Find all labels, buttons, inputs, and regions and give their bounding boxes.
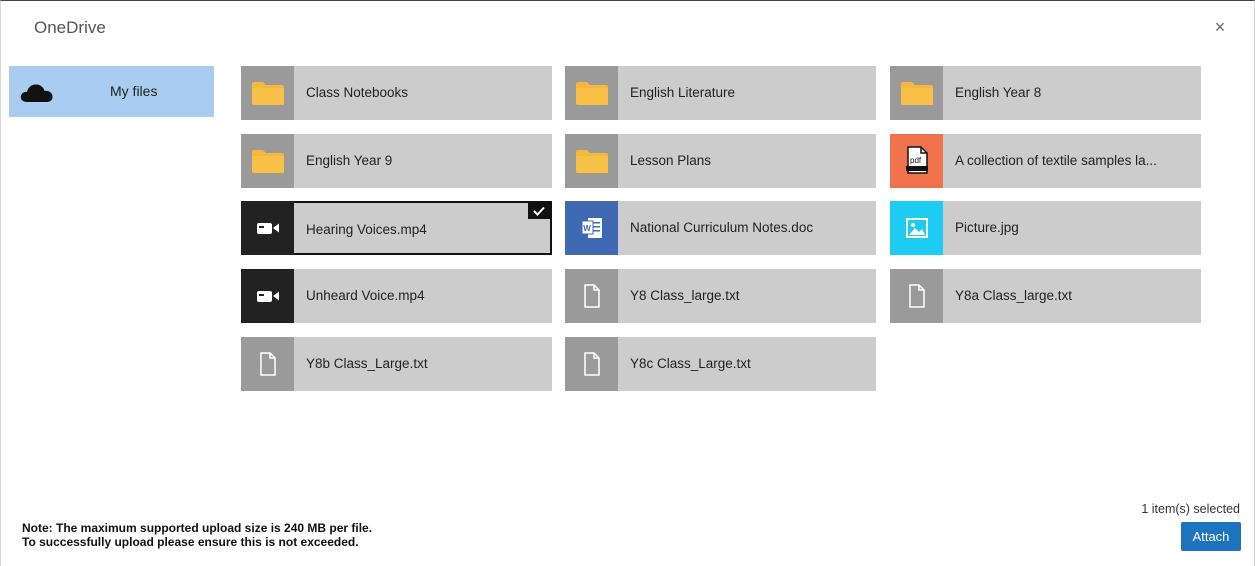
- document-icon: [565, 269, 618, 323]
- attach-button[interactable]: Attach: [1181, 522, 1241, 551]
- file-name: English Year 8: [955, 85, 1042, 100]
- file-name: Y8 Class_large.txt: [630, 288, 740, 303]
- file-tile[interactable]: English Literature: [565, 66, 876, 120]
- selection-status: 1 item(s) selected: [1141, 502, 1240, 516]
- file-name: Y8a Class_large.txt: [955, 288, 1073, 303]
- file-tile[interactable]: Lesson Plans: [565, 134, 876, 188]
- video-icon: [241, 269, 294, 323]
- folder-icon: [241, 66, 294, 120]
- dialog-title: OneDrive: [34, 18, 106, 37]
- file-name: Lesson Plans: [630, 153, 712, 168]
- file-tile[interactable]: Y8a Class_large.txt: [890, 269, 1201, 323]
- file-name: A collection of textile samples la...: [955, 153, 1157, 168]
- folder-icon: [241, 134, 294, 188]
- file-name: Unheard Voice.mp4: [306, 288, 425, 303]
- svg-text:W: W: [583, 224, 591, 233]
- note-line-1: Note: The maximum supported upload size …: [22, 521, 373, 535]
- file-name: Class Notebooks: [306, 85, 409, 100]
- folder-icon: [565, 66, 618, 120]
- file-name: Y8b Class_Large.txt: [306, 356, 428, 371]
- document-icon: [241, 337, 294, 391]
- pdf-icon: pdf: [890, 134, 943, 188]
- svg-text:pdf: pdf: [910, 156, 922, 165]
- file-tile[interactable]: Y8c Class_Large.txt: [565, 337, 876, 391]
- folder-icon: [890, 66, 943, 120]
- file-name: English Year 9: [306, 153, 393, 168]
- sidebar-item-label: My files: [110, 83, 158, 99]
- document-icon: [565, 337, 618, 391]
- onedrive-dialog: OneDrive × My files Class Notebooks Engli…: [0, 0, 1255, 566]
- folder-icon: [565, 134, 618, 188]
- checkmark-icon: [528, 203, 550, 219]
- onedrive-cloud-icon: [20, 84, 53, 102]
- file-name: Hearing Voices.mp4: [306, 222, 427, 237]
- video-icon: [241, 201, 294, 255]
- note-line-2: To successfully upload please ensure thi…: [22, 535, 359, 549]
- upload-size-note: Note: The maximum supported upload size …: [22, 521, 372, 549]
- close-button[interactable]: ×: [1209, 16, 1231, 38]
- file-name: National Curriculum Notes.doc: [630, 220, 814, 235]
- file-tile[interactable]: Y8b Class_Large.txt: [241, 337, 552, 391]
- file-tile[interactable]: Hearing Voices.mp4: [241, 201, 552, 255]
- file-tile[interactable]: W National Curriculum Notes.doc: [565, 201, 876, 255]
- file-name: English Literature: [630, 85, 736, 100]
- word-icon: W: [565, 201, 618, 255]
- image-icon: [890, 201, 943, 255]
- document-icon: [890, 269, 943, 323]
- file-tile[interactable]: English Year 9: [241, 134, 552, 188]
- file-name: Picture.jpg: [955, 220, 1019, 235]
- file-tile[interactable]: Class Notebooks: [241, 66, 552, 120]
- file-tile[interactable]: Unheard Voice.mp4: [241, 269, 552, 323]
- file-tile[interactable]: pdf A collection of textile samples la...: [890, 134, 1201, 188]
- file-tile[interactable]: Picture.jpg: [890, 201, 1201, 255]
- file-name: Y8c Class_Large.txt: [630, 356, 751, 371]
- file-tile[interactable]: Y8 Class_large.txt: [565, 269, 876, 323]
- sidebar-item-my-files[interactable]: My files: [9, 66, 214, 117]
- file-tile[interactable]: English Year 8: [890, 66, 1201, 120]
